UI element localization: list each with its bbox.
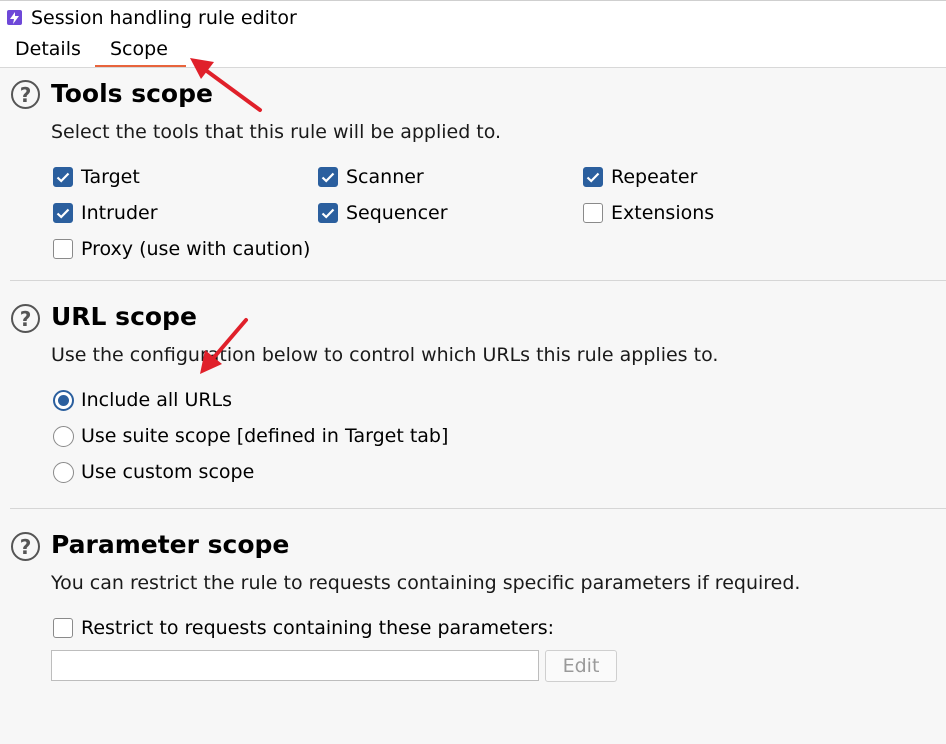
window-title: Session handling rule editor xyxy=(31,6,297,29)
parameter-scope-title: Parameter scope xyxy=(51,530,290,559)
section-divider xyxy=(10,280,946,281)
help-icon[interactable]: ? xyxy=(11,304,40,333)
url-scope-description: Use the configuration below to control w… xyxy=(51,344,719,366)
checkbox-checked-icon xyxy=(318,167,338,187)
checkbox-label: Repeater xyxy=(611,166,698,188)
help-icon[interactable]: ? xyxy=(11,80,40,109)
radio-label: Include all URLs xyxy=(81,389,233,411)
checkbox-checked-icon xyxy=(53,203,73,223)
tab-bar: Details Scope xyxy=(0,33,946,68)
tools-scope-title: Tools scope xyxy=(51,79,213,108)
tools-scope-description: Select the tools that this rule will be … xyxy=(51,121,502,143)
checkbox-unchecked-icon xyxy=(583,203,603,223)
checkbox-extensions[interactable]: Extensions xyxy=(583,202,714,224)
checkbox-restrict-parameters[interactable]: Restrict to requests containing these pa… xyxy=(53,617,554,639)
radio-use-custom-scope[interactable]: Use custom scope xyxy=(53,461,254,483)
edit-button[interactable]: Edit xyxy=(545,650,617,682)
parameter-scope-description: You can restrict the rule to requests co… xyxy=(51,572,801,594)
radio-unselected-icon xyxy=(53,461,74,483)
parameters-input[interactable] xyxy=(51,650,539,681)
checkbox-unchecked-icon xyxy=(53,239,73,259)
lightning-icon xyxy=(7,10,22,25)
checkbox-label: Extensions xyxy=(611,202,715,224)
radio-selected-icon xyxy=(53,389,74,411)
checkbox-scanner[interactable]: Scanner xyxy=(318,166,424,188)
radio-use-suite-scope[interactable]: Use suite scope [defined in Target tab] xyxy=(53,425,448,447)
help-icon[interactable]: ? xyxy=(11,532,40,561)
window-titlebar: Session handling rule editor xyxy=(0,0,946,34)
checkbox-checked-icon xyxy=(583,167,603,187)
section-divider xyxy=(10,508,946,509)
checkbox-label: Restrict to requests containing these pa… xyxy=(81,617,555,639)
tab-scope[interactable]: Scope xyxy=(110,38,168,60)
checkbox-label: Proxy (use with caution) xyxy=(81,238,311,260)
checkbox-checked-icon xyxy=(53,167,73,187)
radio-label: Use custom scope xyxy=(81,461,255,483)
checkbox-label: Intruder xyxy=(81,202,158,224)
tab-details[interactable]: Details xyxy=(15,38,81,60)
checkbox-unchecked-icon xyxy=(53,618,73,638)
radio-unselected-icon xyxy=(53,425,74,447)
checkbox-repeater[interactable]: Repeater xyxy=(583,166,697,188)
url-scope-title: URL scope xyxy=(51,302,197,331)
active-tab-indicator xyxy=(95,65,186,67)
checkbox-checked-icon xyxy=(318,203,338,223)
checkbox-target[interactable]: Target xyxy=(53,166,140,188)
checkbox-intruder[interactable]: Intruder xyxy=(53,202,158,224)
checkbox-label: Target xyxy=(81,166,140,188)
checkbox-proxy[interactable]: Proxy (use with caution) xyxy=(53,238,310,260)
checkbox-sequencer[interactable]: Sequencer xyxy=(318,202,448,224)
radio-include-all-urls[interactable]: Include all URLs xyxy=(53,389,232,411)
checkbox-label: Sequencer xyxy=(346,202,448,224)
radio-label: Use suite scope [defined in Target tab] xyxy=(81,425,449,447)
checkbox-label: Scanner xyxy=(346,166,424,188)
